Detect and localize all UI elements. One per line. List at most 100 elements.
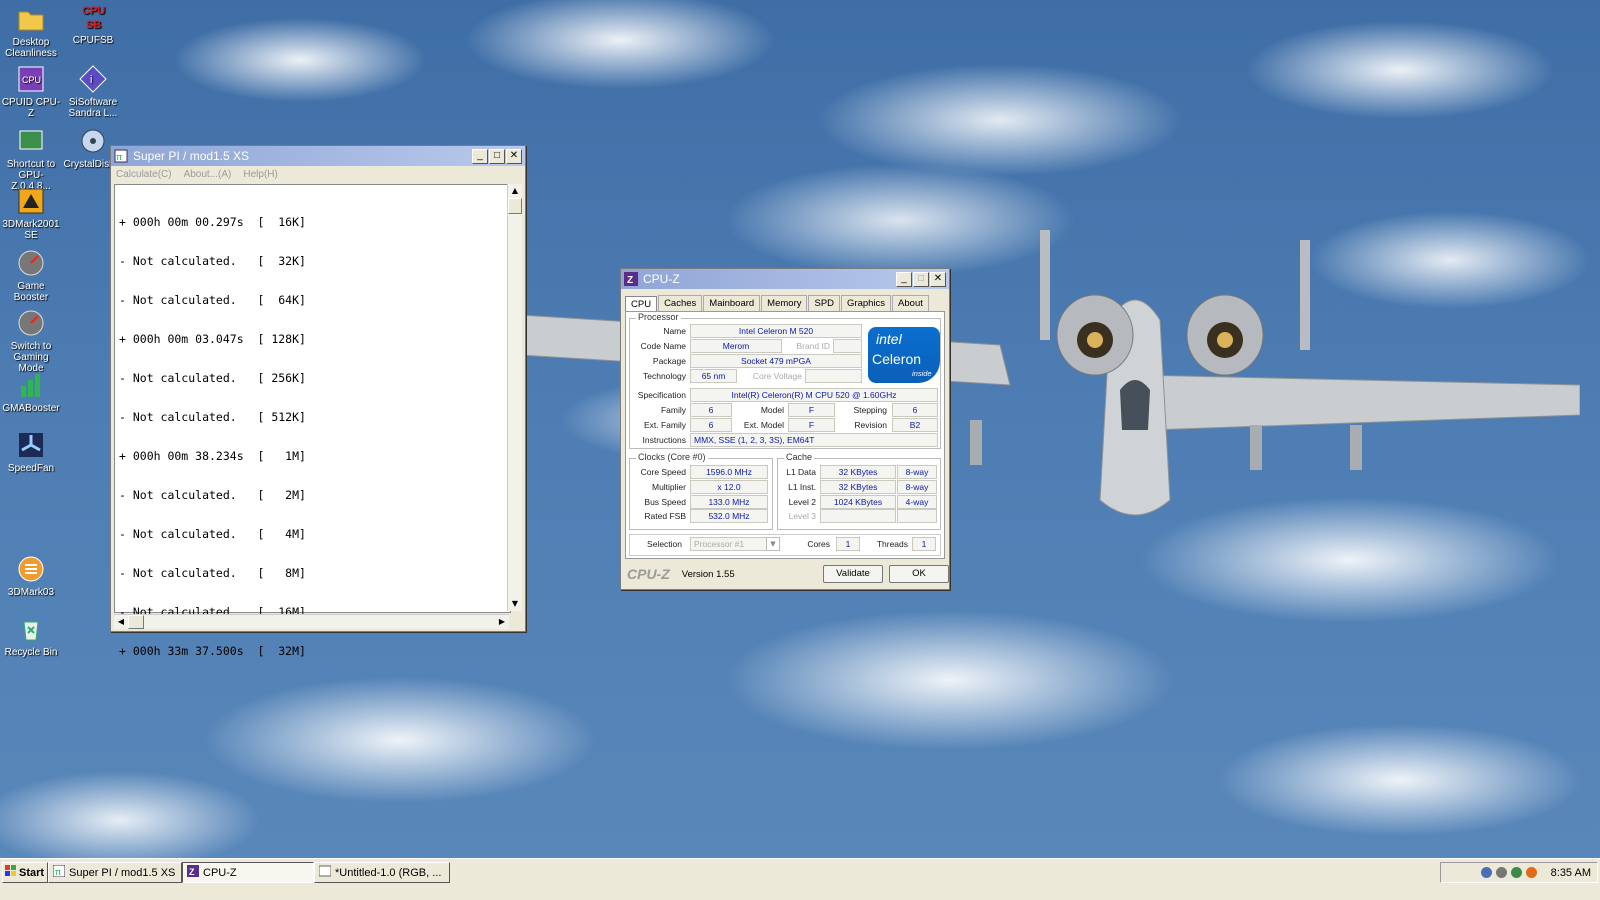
tab-about[interactable]: About <box>892 295 929 311</box>
svg-text:CPU: CPU <box>22 75 41 85</box>
desktop-icon-gmabooster[interactable]: GMABooster <box>0 370 62 414</box>
3dmark-icon <box>16 186 46 216</box>
scroll-left-icon[interactable]: ◀ <box>114 615 128 629</box>
minimize-button[interactable]: _ <box>472 148 488 164</box>
superpi-window[interactable]: π Super PI / mod1.5 XS _ □ ✕ Calculate(C… <box>110 145 526 658</box>
tab-cpu[interactable]: CPU <box>625 296 658 312</box>
desktop-icon-game-booster[interactable]: Game Booster <box>0 248 62 303</box>
result-line: - Not calculated. [ 256K] <box>119 371 306 385</box>
speedfan-tray-icon[interactable] <box>1495 867 1507 878</box>
result-line: + 000h 00m 38.234s [ 1M] <box>119 449 306 463</box>
desktop-icon-sisoftware[interactable]: i SiSoftware Sandra L... <box>62 64 124 119</box>
cpuz-footer: CPU-Z Version 1.55 Validate OK <box>627 565 949 583</box>
revision-label: Revision <box>854 420 887 430</box>
close-button[interactable]: ✕ <box>930 271 946 287</box>
codename-label: Code Name <box>640 341 686 351</box>
maximize-button[interactable]: □ <box>489 148 505 164</box>
model-value: F <box>788 403 835 417</box>
multiplier-value: x 12.0 <box>690 480 768 494</box>
horizontal-scrollbar[interactable]: ◀ ▶ <box>114 614 509 629</box>
corespeed-value: 1596.0 MHz <box>690 465 768 479</box>
superpi-results: + 000h 00m 00.297s [ 16K] - Not calculat… <box>115 185 510 684</box>
extfamily-value: 6 <box>690 418 732 432</box>
superpi-titlebar[interactable]: π Super PI / mod1.5 XS _ □ ✕ <box>111 146 525 166</box>
tab-memory[interactable]: Memory <box>761 295 808 311</box>
volume-tray-icon[interactable] <box>1510 867 1522 878</box>
menu-calculate[interactable]: Calculate(C) <box>116 169 172 180</box>
clock[interactable]: 8:35 AM <box>1551 867 1591 879</box>
busspeed-label: Bus Speed <box>644 497 686 507</box>
cpuz-task-icon: Z <box>187 865 199 880</box>
package-value: Socket 479 mPGA <box>690 354 862 368</box>
cores-label: Cores <box>807 539 830 549</box>
menu-about[interactable]: About...(A) <box>184 169 232 180</box>
scroll-up-icon[interactable]: ▲ <box>508 184 522 198</box>
superpi-results-area[interactable]: + 000h 00m 00.297s [ 16K] - Not calculat… <box>114 184 511 658</box>
close-button[interactable]: ✕ <box>506 148 522 164</box>
vertical-scrollbar[interactable]: ▲ ▼ <box>507 184 522 611</box>
stepping-value: 6 <box>892 403 938 417</box>
ok-button[interactable]: OK <box>889 565 949 583</box>
tab-mainboard[interactable]: Mainboard <box>703 295 761 311</box>
cpuz-window[interactable]: Z CPU-Z _ □ ✕ CPU Caches Mainboard Memor… <box>620 268 950 590</box>
stepping-label: Stepping <box>853 405 887 415</box>
security-tray-icon[interactable] <box>1525 867 1537 878</box>
svg-text:π: π <box>116 152 122 162</box>
cpuz-titlebar[interactable]: Z CPU-Z _ □ ✕ <box>621 269 949 289</box>
l1data-label: L1 Data <box>786 467 816 477</box>
codename-value: Merom <box>690 339 782 353</box>
task-label: Super PI / mod1.5 XS <box>69 866 176 879</box>
specification-label: Specification <box>637 390 686 400</box>
minimize-button[interactable]: _ <box>896 271 912 287</box>
desktop-icon-gpuz[interactable]: Shortcut to GPU-Z.0.4.8... <box>0 126 62 192</box>
result-line: - Not calculated. [ 2M] <box>119 488 306 502</box>
task-superpi[interactable]: π Super PI / mod1.5 XS <box>48 862 182 883</box>
svg-text:i: i <box>90 74 92 86</box>
threads-value: 1 <box>912 537 936 551</box>
cpuz-title-icon: Z <box>624 272 638 286</box>
desktop-icon-3dmark2001[interactable]: 3DMark2001 SE <box>0 186 62 241</box>
l1inst-way: 8-way <box>897 480 937 494</box>
tab-caches[interactable]: Caches <box>658 295 703 311</box>
cache-group: Cache L1 Data 32 KBytes 8-way L1 Inst. 3… <box>777 452 941 530</box>
desktop-icon-3dmark03[interactable]: 3DMark03 <box>0 554 62 598</box>
vertical-scroll-thumb[interactable] <box>508 198 522 214</box>
gaming-mode-icon <box>16 308 46 338</box>
windows-logo-icon <box>5 865 17 880</box>
scroll-down-icon[interactable]: ▼ <box>508 597 522 611</box>
cpuz-brand: CPU-Z <box>627 566 670 582</box>
tab-spd[interactable]: SPD <box>808 295 841 311</box>
extfamily-label: Ext. Family <box>643 420 686 430</box>
menu-help[interactable]: Help(H) <box>243 169 277 180</box>
cpuz-tabs: CPU Caches Mainboard Memory SPD Graphics… <box>625 295 949 312</box>
task-label: CPU-Z <box>203 866 237 879</box>
system-tray: 8:35 AM <box>1440 862 1598 883</box>
l1inst-label: L1 Inst. <box>788 482 816 492</box>
desktop-icon-cpufsb[interactable]: CPU SB CPUFSB <box>62 2 124 46</box>
result-line: - Not calculated. [ 8M] <box>119 566 306 580</box>
technology-value: 65 nm <box>690 369 737 383</box>
image-editor-task-icon <box>318 865 332 880</box>
desktop-icon-speedfan[interactable]: SpeedFan <box>0 430 62 474</box>
result-line: - Not calculated. [ 512K] <box>119 410 306 424</box>
level3-way <box>897 509 937 523</box>
maximize-button[interactable]: □ <box>913 271 929 287</box>
scroll-right-icon[interactable]: ▶ <box>495 615 509 629</box>
start-button[interactable]: Start <box>2 862 48 883</box>
horizontal-scroll-thumb[interactable] <box>128 615 144 629</box>
task-cpuz[interactable]: Z CPU-Z <box>182 862 314 883</box>
processor-group: Processor Name Intel Celeron M 520 Code … <box>629 312 941 449</box>
validate-button[interactable]: Validate <box>823 565 883 583</box>
desktop-icon-recycle-bin[interactable]: Recycle Bin <box>0 614 62 658</box>
cores-value: 1 <box>836 537 860 551</box>
tab-graphics[interactable]: Graphics <box>841 295 892 311</box>
selection-dropdown[interactable]: Processor #1 <box>690 537 767 551</box>
task-untitled[interactable]: *Untitled-1.0 (RGB, ... <box>314 862 450 883</box>
result-line: - Not calculated. [ 64K] <box>119 293 306 307</box>
desktop-icon-gaming-mode[interactable]: Switch to Gaming Mode <box>0 308 62 374</box>
desktop-icon-desktop-cleanliness[interactable]: Desktop Cleanliness <box>0 4 62 59</box>
desktop-icon-cpuz[interactable]: CPU CPUID CPU-Z <box>0 64 62 119</box>
ratedfsb-value: 532.0 MHz <box>690 509 768 523</box>
dropdown-arrow-icon[interactable]: ▼ <box>766 537 780 551</box>
network-tray-icon[interactable] <box>1480 867 1492 878</box>
